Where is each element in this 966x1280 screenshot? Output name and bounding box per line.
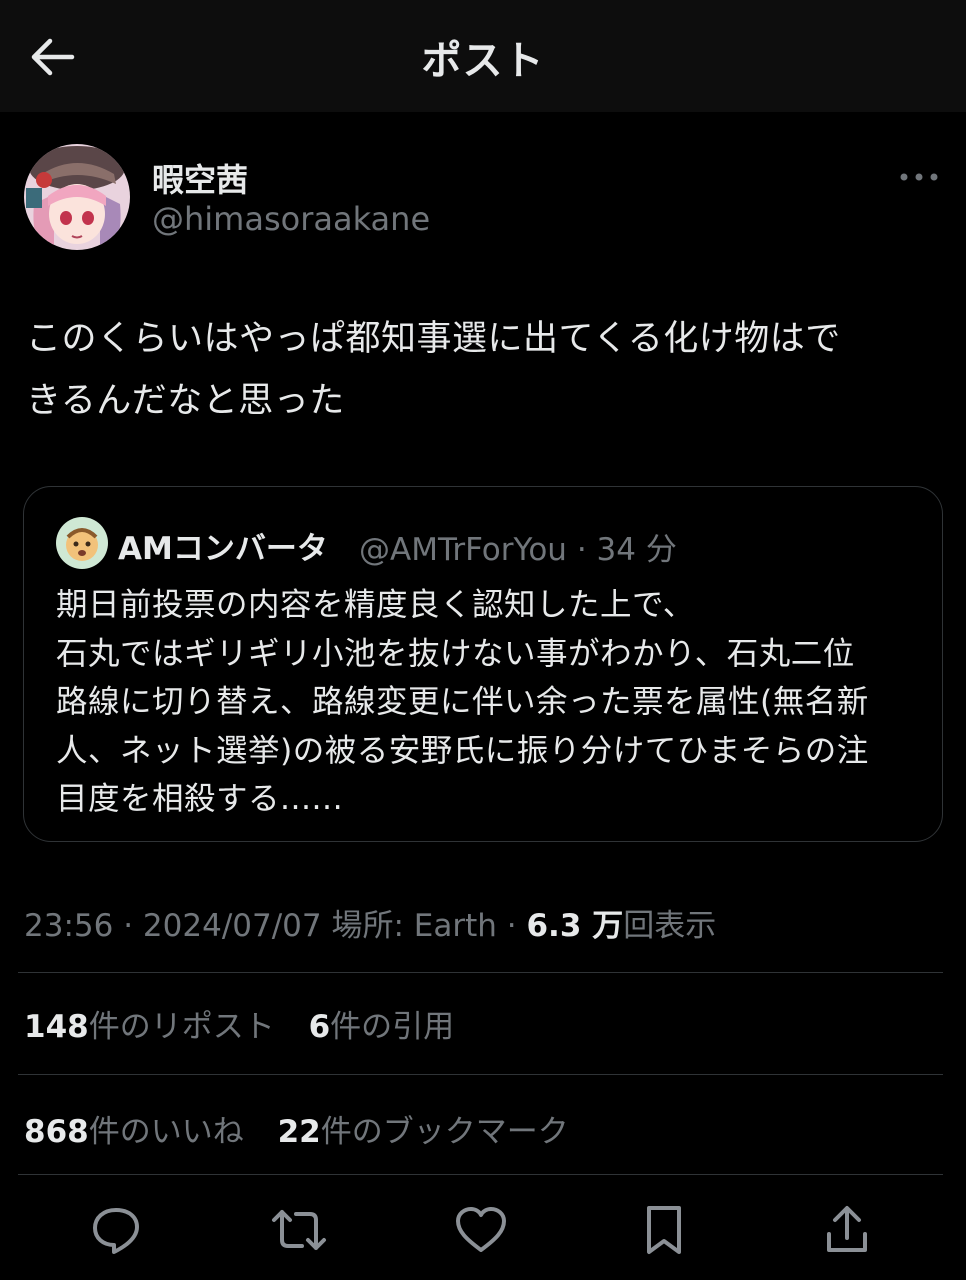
bookmarks-count: 22: [277, 1114, 321, 1150]
quoted-meta-separator: ·: [576, 532, 587, 568]
views-label: 回表示: [623, 908, 717, 944]
likes-count: 868: [24, 1114, 89, 1150]
top-bar: ポスト: [0, 0, 966, 112]
post-time: 23:56: [24, 908, 114, 944]
post-text: このくらいはやっぱ都知事選に出てくる化け物はで きるんだなと思った: [26, 308, 936, 432]
quoted-post-card[interactable]: AMコンバータ @AMTrForYou · 34 分 期日前投票の内容を精度良く…: [23, 486, 943, 842]
quoted-post-text: 期日前投票の内容を精度良く認知した上で、 石丸ではギリギリ小池を抜けない事がわか…: [56, 581, 926, 824]
share-icon: [827, 1206, 867, 1252]
reposts-count: 148: [24, 1009, 89, 1045]
post-text-line: このくらいはやっぱ都知事選に出てくる化け物はで: [26, 319, 841, 359]
author-avatar[interactable]: [24, 144, 130, 250]
more-dots-icon: [900, 173, 938, 181]
page-title: ポスト: [421, 38, 545, 84]
quoted-author-name: AMコンバータ: [118, 531, 328, 567]
post-date: 2024/07/07: [142, 908, 322, 944]
post-location[interactable]: 場所: Earth: [331, 908, 496, 944]
meta-separator: ·: [506, 908, 517, 944]
reply-button[interactable]: [84, 1200, 148, 1260]
quoted-post-time: 34 分: [596, 532, 677, 568]
quoted-text-line: 目度を相殺する......: [56, 781, 344, 817]
more-options-button[interactable]: [896, 160, 942, 194]
bookmarks-stat[interactable]: 22件のブックマーク: [278, 1114, 569, 1150]
quoted-author-avatar: [56, 517, 108, 569]
quotes-count: 6: [308, 1009, 331, 1045]
likes-stat[interactable]: 868件のいいね: [24, 1114, 244, 1150]
quoted-author-handle: @AMTrForYou: [359, 532, 567, 568]
quoted-author-meta: @AMTrForYou · 34 分: [359, 524, 677, 569]
reply-icon: [93, 1208, 139, 1254]
likes-label: 件のいいね: [88, 1114, 244, 1150]
divider: [18, 972, 943, 973]
quotes-stat[interactable]: 6件の引用: [309, 1009, 455, 1045]
author-handle[interactable]: @himasoraakane: [152, 200, 430, 238]
bookmark-icon: [647, 1206, 681, 1254]
post-detail-screen: ポスト 暇空茜 @himasoraakane このくらいはやっぱ都知事選に出てく…: [0, 0, 966, 1280]
reposts-label: 件のリポスト: [88, 1009, 275, 1045]
quoted-text-line: 路線に切り替え、路線変更に伴い余った票を属性(無名新: [56, 684, 869, 720]
quoted-text-line: 石丸ではギリギリ小池を抜けない事がわかり、石丸二位: [56, 635, 855, 672]
repost-icon: [272, 1210, 326, 1250]
action-bar: [0, 1176, 966, 1280]
like-button[interactable]: [449, 1200, 513, 1260]
bookmark-button[interactable]: [632, 1200, 696, 1260]
post-metadata: 23:56 · 2024/07/07 場所: Earth · 6.3 万回表示: [24, 900, 716, 945]
like-stats-row: 868件のいいね 22件のブックマーク: [24, 1106, 593, 1151]
views-count[interactable]: 6.3 万: [526, 908, 623, 944]
post-text-line: きるんだなと思った: [26, 381, 345, 421]
quoted-avatar-image: [56, 517, 108, 569]
reposts-stat[interactable]: 148件のリポスト: [24, 1009, 275, 1045]
author-name[interactable]: 暇空茜: [152, 155, 248, 201]
repost-button[interactable]: [267, 1200, 331, 1260]
quoted-text-line: 人、ネット選挙)の被る安野氏に振り分けてひまそらの注: [56, 732, 869, 769]
share-button[interactable]: [815, 1200, 879, 1260]
divider: [18, 1174, 943, 1175]
like-icon: [456, 1207, 506, 1252]
quoted-text-line: 期日前投票の内容を精度良く認知した上で、: [56, 587, 695, 623]
quotes-label: 件の引用: [330, 1009, 455, 1045]
avatar-image: [24, 144, 130, 250]
bookmarks-label: 件のブックマーク: [320, 1114, 569, 1150]
repost-stats-row: 148件のリポスト 6件の引用: [24, 1001, 478, 1046]
meta-separator: ·: [123, 908, 134, 944]
divider: [18, 1074, 943, 1075]
